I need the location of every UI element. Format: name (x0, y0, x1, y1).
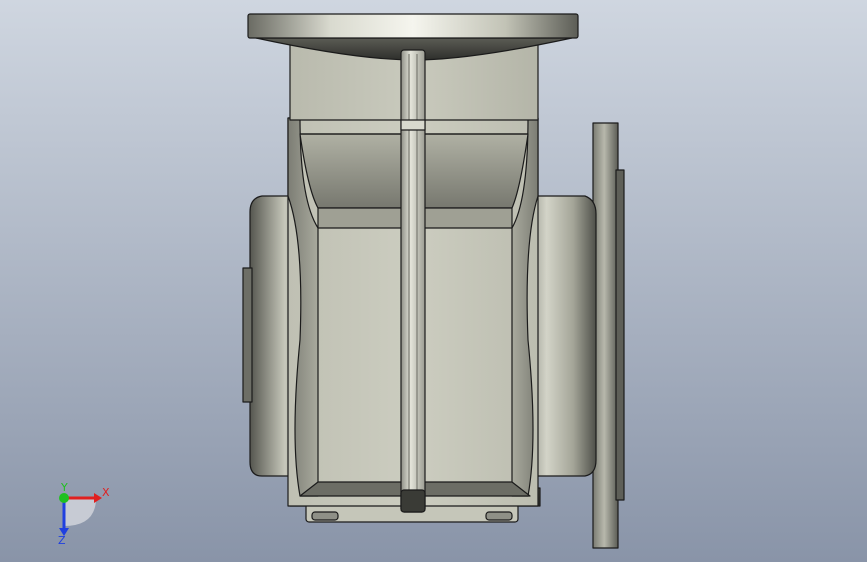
gearbox-model[interactable] (0, 0, 867, 562)
right-output-flange[interactable] (592, 122, 625, 549)
center-rib[interactable] (400, 49, 426, 513)
orientation-triad: X Z Y (58, 482, 110, 547)
triad-z-label: Z (58, 534, 66, 547)
triad-x-label: X (102, 486, 110, 499)
cad-viewport[interactable]: X Z Y (0, 0, 867, 562)
triad-backdrop (64, 498, 96, 526)
triad-y-axis: Y (59, 482, 69, 503)
left-shaft-cap[interactable] (242, 267, 253, 403)
triad-y-label: Y (60, 482, 68, 494)
